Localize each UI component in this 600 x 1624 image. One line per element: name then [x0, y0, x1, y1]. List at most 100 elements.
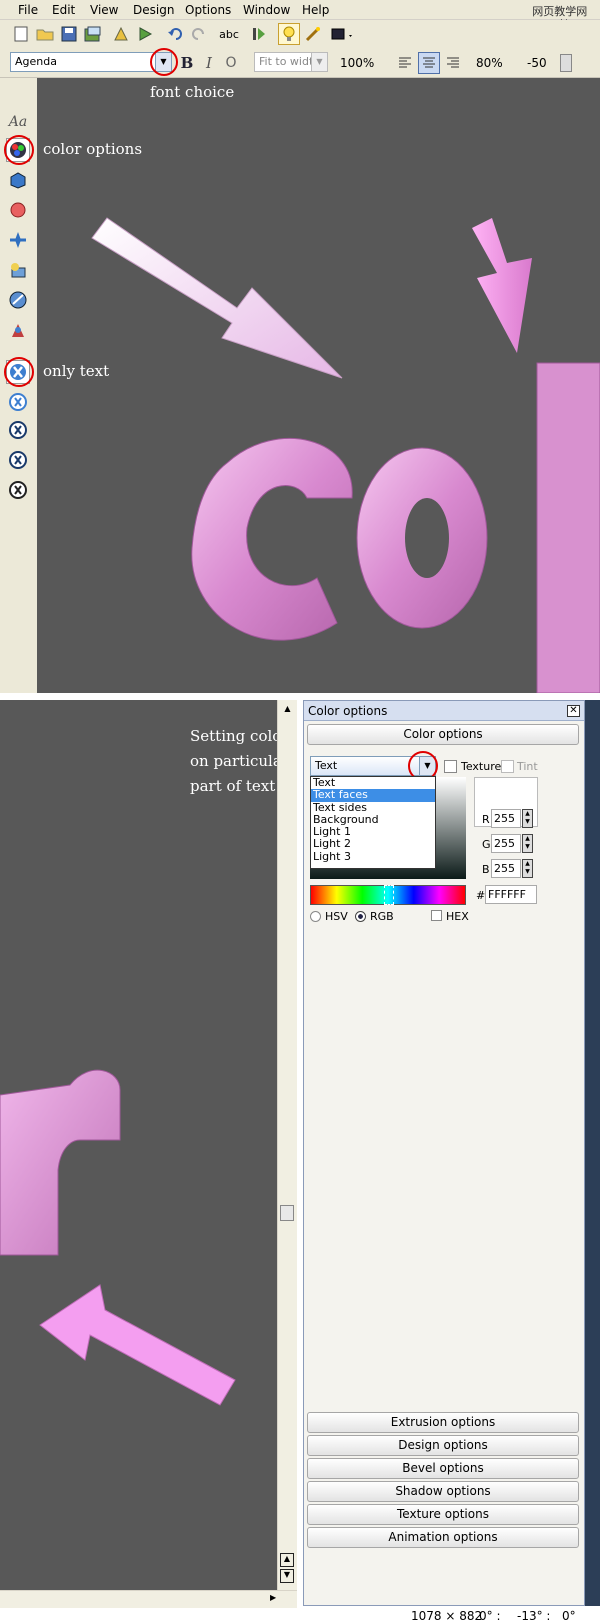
dropdown-item[interactable]: Light 2 — [311, 838, 435, 851]
play-icon[interactable] — [134, 23, 156, 45]
extrusion-tool-icon[interactable] — [6, 168, 30, 192]
menu-help[interactable]: Help — [302, 3, 329, 17]
canvas-top[interactable]: co — [37, 78, 600, 693]
fit-select[interactable]: Fit to width ▼ — [254, 52, 328, 72]
canvas-top-art: co — [91, 217, 600, 693]
text-mode-2-icon[interactable] — [6, 390, 30, 414]
g-spinner[interactable]: ▲ ▼ — [522, 834, 533, 853]
annotation-font-choice: font choice — [150, 83, 235, 101]
dropdown-item-selected[interactable]: Text faces — [311, 788, 435, 802]
hex-checkbox[interactable] — [431, 910, 442, 921]
menu-options[interactable]: Options — [185, 3, 231, 17]
hex-hash-label: # — [476, 889, 486, 902]
italic-button[interactable]: I — [198, 52, 220, 74]
redo-icon[interactable] — [188, 23, 210, 45]
render-icon[interactable] — [110, 23, 132, 45]
canvas-bottom-art: r — [0, 1069, 236, 1406]
menu-design[interactable]: Design — [133, 3, 174, 17]
spell-check-icon[interactable]: abc — [218, 23, 240, 45]
light-bulb-icon[interactable] — [278, 23, 300, 45]
part-dropdown-list: Text Text faces Text sides Background Li… — [310, 776, 436, 869]
close-icon[interactable]: ✕ — [567, 705, 580, 717]
wand-icon[interactable] — [302, 23, 324, 45]
r-spinner[interactable]: ▲ ▼ — [522, 809, 533, 828]
r-label: R — [482, 813, 490, 826]
highlight-circle — [4, 357, 34, 387]
font-select[interactable]: Agenda ▼ — [10, 52, 172, 72]
dropdown-item[interactable]: Light 3 — [311, 850, 435, 863]
view-mode-icon[interactable] — [328, 23, 358, 45]
b-spinner[interactable]: ▲ ▼ — [522, 859, 533, 878]
annotation-only-text: only text — [43, 362, 110, 380]
texture-tool-icon[interactable] — [6, 258, 30, 282]
zoom-value[interactable]: 100% — [340, 56, 374, 70]
section-extrusion-options[interactable]: Extrusion options — [307, 1412, 579, 1433]
font-tool-icon[interactable]: Aa — [6, 110, 30, 134]
texture-checkbox[interactable] — [444, 760, 457, 773]
bevel-tool-icon[interactable] — [6, 198, 30, 222]
menu-file[interactable]: File — [18, 3, 38, 17]
scroll-thumb[interactable] — [280, 1205, 294, 1221]
section-animation-options[interactable]: Animation options — [307, 1527, 579, 1548]
color-options-panel: Color options ✕ Color options Text ▼ Tex… — [303, 700, 585, 1606]
section-shadow-options[interactable]: Shadow options — [307, 1481, 579, 1502]
animate-icon[interactable] — [248, 23, 270, 45]
section-bevel-options[interactable]: Bevel options — [307, 1458, 579, 1479]
tint-checkbox[interactable] — [501, 760, 514, 773]
canvas-bottom[interactable]: r — [0, 700, 277, 1590]
scroll-page-up-icon[interactable]: ▲ — [280, 1553, 294, 1567]
open-folder-icon[interactable] — [34, 23, 56, 45]
save-icon[interactable] — [58, 23, 80, 45]
text-mode-3-icon[interactable] — [6, 418, 30, 442]
scroll-right-icon[interactable]: ▶ — [270, 1593, 276, 1602]
hex-label: HEX — [446, 910, 469, 923]
main-toolbar: abc — [0, 20, 600, 48]
align-left-icon[interactable] — [394, 52, 416, 74]
scale-value[interactable]: 80% — [476, 56, 503, 70]
fit-dropdown-icon[interactable]: ▼ — [311, 53, 327, 71]
g-label: G — [482, 838, 491, 851]
section-color-options[interactable]: Color options — [307, 724, 579, 745]
text-mode-5-icon[interactable] — [6, 478, 30, 502]
section-design-options[interactable]: Design options — [307, 1435, 579, 1456]
export-icon[interactable] — [82, 23, 104, 45]
texture-label: Texture — [461, 760, 502, 773]
lighting-tool-icon[interactable] — [6, 288, 30, 312]
menu-edit[interactable]: Edit — [52, 3, 75, 17]
bold-button[interactable]: B — [176, 52, 198, 74]
b-field[interactable]: 255 — [491, 859, 521, 878]
panel-title-text: Color options — [308, 704, 388, 718]
hex-field[interactable]: FFFFFF — [485, 885, 537, 904]
rgb-radio[interactable] — [355, 911, 366, 922]
background-window-strip — [585, 700, 600, 1606]
offset-value[interactable]: -50 — [527, 56, 547, 70]
animation-tool-icon[interactable] — [6, 318, 30, 342]
menu-view[interactable]: View — [90, 3, 118, 17]
b-label: B — [482, 863, 490, 876]
undo-icon[interactable] — [164, 23, 186, 45]
new-file-icon[interactable] — [10, 23, 32, 45]
horizontal-scrollbar[interactable]: ▶ — [0, 1590, 297, 1608]
outline-button[interactable]: O — [220, 52, 242, 74]
text-mode-4-icon[interactable] — [6, 448, 30, 472]
left-tool-panel: Aa — [0, 78, 37, 693]
tint-label: Tint — [517, 760, 538, 773]
highlight-circle — [4, 135, 34, 165]
menu-window[interactable]: Window — [243, 3, 290, 17]
vertical-scrollbar[interactable]: ▲ ▲ ▼ — [277, 700, 297, 1590]
section-texture-options[interactable]: Texture options — [307, 1504, 579, 1525]
offset-spinner[interactable] — [560, 54, 572, 72]
scroll-up-icon[interactable]: ▲ — [281, 704, 294, 716]
scroll-page-down-icon[interactable]: ▼ — [280, 1569, 294, 1583]
annotation-color-options: color options — [43, 140, 143, 158]
shadow-tool-icon[interactable] — [6, 228, 30, 252]
align-right-icon[interactable] — [442, 52, 464, 74]
g-field[interactable]: 255 — [491, 834, 521, 853]
hsv-radio[interactable] — [310, 911, 321, 922]
hue-slider-handle[interactable] — [384, 885, 394, 905]
rgb-label: RGB — [370, 910, 394, 923]
align-center-icon[interactable] — [418, 52, 440, 74]
status-bar: 1078 × 882 0° : -13° : 0° — [297, 1608, 600, 1624]
r-field[interactable]: 255 — [491, 809, 521, 828]
highlight-circle — [150, 48, 178, 76]
